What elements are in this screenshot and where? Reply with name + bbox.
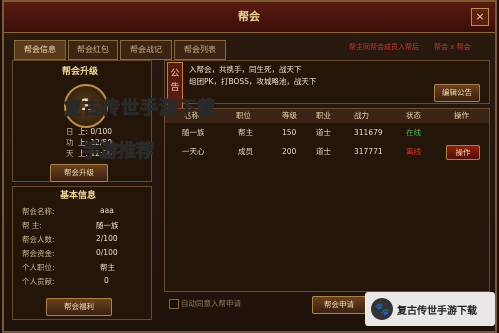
col-job: 职业 xyxy=(316,111,331,120)
table-row-job: 道士 xyxy=(316,147,331,156)
table-row-power: 311679 xyxy=(354,128,383,137)
announcement-line: 入帮会，共携手，同生死，战天下 xyxy=(189,65,302,74)
upgrade-header: 帮会升级 xyxy=(62,67,99,77)
col-power: 战力 xyxy=(354,111,369,120)
table-row-title: 帮主 xyxy=(238,128,253,137)
info-value: 2/100 xyxy=(96,234,118,243)
notice-text: 帮主同帮会成员入帮后 xyxy=(349,43,419,51)
title-bar: 帮会 × xyxy=(4,2,495,33)
table-row-level: 150 xyxy=(282,128,297,137)
stat-label: 日 xyxy=(66,127,74,136)
stat-value: 上: 0/100 xyxy=(78,127,113,136)
col-level: 等级 xyxy=(282,111,297,120)
info-value: 0/100 xyxy=(96,248,118,257)
info-label: 帮会资金: xyxy=(22,249,55,258)
watermark-badge: 🐾 复古传世手游下载 xyxy=(365,292,495,326)
edit-announcement-button[interactable]: 编辑公告 xyxy=(434,84,480,102)
tab-guild-info[interactable]: 帮会信息 xyxy=(14,40,66,60)
table-row-level: 200 xyxy=(282,147,297,156)
tab-guild-redpacket[interactable]: 帮会红包 xyxy=(68,40,118,60)
info-label: 帮 主: xyxy=(22,221,42,230)
info-label: 个人职位: xyxy=(22,263,55,272)
announcement-line: 组团PK，打BOSS，攻城略池，战天下 xyxy=(189,77,317,86)
guild-window: 帮会 × 帮会信息 帮会红包 帮会战记 帮会列表 帮主同帮会成员入帮后 帮会 x… xyxy=(2,0,497,333)
window-title: 帮会 xyxy=(238,10,260,23)
tab-guild-list[interactable]: 帮会列表 xyxy=(174,40,226,60)
col-op: 操作 xyxy=(454,111,469,120)
guild-welfare-button[interactable]: 帮会福利 xyxy=(46,298,112,316)
auto-accept-checkbox[interactable] xyxy=(169,299,179,309)
stat-label: 功 xyxy=(66,138,74,147)
table-row-status: 离线 xyxy=(406,147,421,156)
table-row-power: 317771 xyxy=(354,147,383,156)
table-row-title: 成员 xyxy=(238,147,253,156)
table-row-name: 一天心 xyxy=(182,147,205,156)
table-row-name: 随一族 xyxy=(182,128,205,137)
watermark-line1: 复古传世手游下载 xyxy=(64,98,216,120)
guild-apply-button[interactable]: 帮会申请 xyxy=(312,296,366,314)
col-status: 状态 xyxy=(406,111,421,120)
info-label: 帮会名称: xyxy=(22,207,55,216)
member-op-button[interactable]: 操作 xyxy=(446,145,480,160)
col-title: 职位 xyxy=(236,111,251,120)
upgrade-button[interactable]: 帮会升级 xyxy=(50,164,108,182)
info-label: 帮会人数: xyxy=(22,235,55,244)
close-button[interactable]: × xyxy=(471,8,489,26)
paw-icon: 🐾 xyxy=(371,298,393,320)
tab-guild-war[interactable]: 帮会战记 xyxy=(120,40,172,60)
table-row-job: 道士 xyxy=(316,128,331,137)
badge-text: 复古传世手游下载 xyxy=(397,306,477,317)
info-value: 0 xyxy=(104,276,109,285)
info-label: 个人贡献: xyxy=(22,277,55,286)
info-value: 帮主 xyxy=(100,263,115,272)
stat-label: 天 xyxy=(66,149,74,158)
notice-text-right: 帮会 x 帮会 xyxy=(434,43,471,51)
info-value: aaa xyxy=(100,206,114,215)
table-row-status: 在线 xyxy=(406,128,421,137)
auto-accept-label: 自动同意入帮申请 xyxy=(181,299,241,308)
info-value: 随一族 xyxy=(96,221,119,230)
info-header: 基本信息 xyxy=(60,191,97,201)
watermark-line2: 手游推荐 xyxy=(82,141,155,163)
